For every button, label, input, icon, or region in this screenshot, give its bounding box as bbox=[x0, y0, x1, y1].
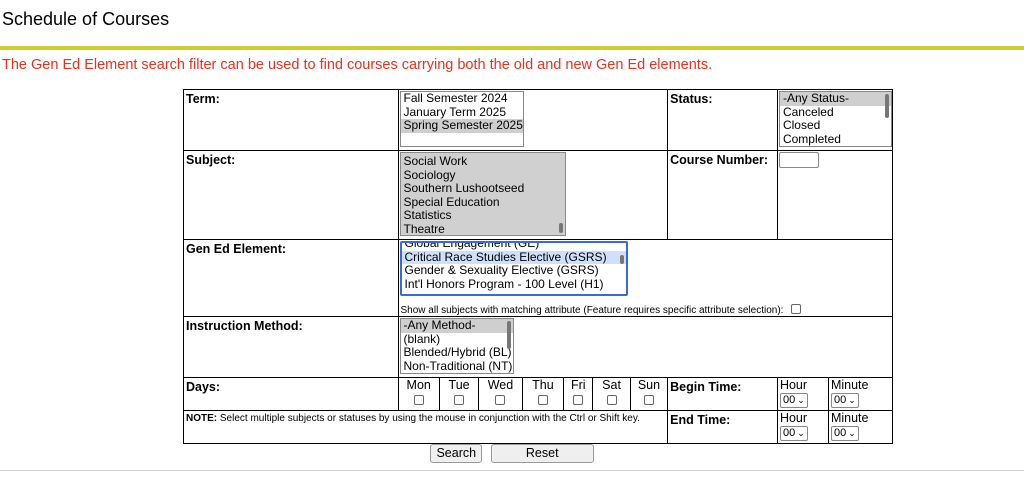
gen-ed-option-selected[interactable]: Critical Race Studies Elective (GSRS) bbox=[401, 250, 626, 264]
show-all-subjects-label: Show all subjects with matching attribut… bbox=[400, 305, 784, 316]
instruction-scrollbar[interactable] bbox=[506, 321, 511, 349]
day-thu-label: Thu bbox=[532, 378, 554, 392]
subject-select[interactable]: Social Work Sociology Southern Lushootse… bbox=[399, 152, 566, 236]
form-buttons: Search Reset bbox=[0, 444, 1024, 463]
gen-ed-option[interactable]: Gender & Sexuality Elective (GSRS) bbox=[402, 264, 626, 278]
subject-option[interactable]: Southern Lushootseed bbox=[401, 182, 565, 196]
subject-option[interactable]: Social Work bbox=[401, 155, 565, 169]
subject-option[interactable]: Special Education bbox=[401, 196, 565, 210]
note-text: NOTE: Select multiple subjects or status… bbox=[182, 410, 669, 444]
subject-option[interactable]: Statistics bbox=[401, 209, 565, 223]
day-wed-label: Wed bbox=[487, 378, 514, 392]
instruction-option-selected[interactable]: -Any Method- bbox=[400, 319, 513, 333]
page-title: Schedule of Courses bbox=[2, 9, 170, 29]
day-sat-label: Sat bbox=[602, 378, 621, 392]
instruction-option[interactable]: (blank) bbox=[401, 333, 513, 347]
end-hour-label: Hour bbox=[779, 411, 808, 425]
term-label: Term: bbox=[183, 89, 399, 151]
bottom-rule bbox=[0, 470, 1024, 471]
instruction-option[interactable]: Non-Traditional (NT) bbox=[401, 360, 513, 374]
gen-ed-notice: The Gen Ed Element search filter can be … bbox=[2, 57, 713, 73]
search-form-table: Term: Fall Semester 2024 January Term 20… bbox=[182, 89, 894, 444]
end-time-label: End Time: bbox=[667, 410, 778, 444]
gen-ed-option[interactable]: Int'l Honors Program - 100 Level (H1) bbox=[402, 278, 626, 292]
instruction-option[interactable]: Blended/Hybrid (BL) bbox=[401, 346, 513, 360]
subject-scrollbar[interactable] bbox=[558, 223, 563, 233]
status-option[interactable]: Canceled bbox=[780, 106, 891, 120]
day-mon-checkbox[interactable] bbox=[413, 395, 424, 405]
gen-ed-label: Gen Ed Element: bbox=[183, 239, 399, 317]
begin-minute-select[interactable]: 00 ⌄ bbox=[830, 393, 859, 408]
day-thu-checkbox[interactable] bbox=[537, 395, 548, 405]
show-all-subjects-checkbox[interactable] bbox=[790, 304, 801, 314]
title-rule bbox=[0, 46, 1024, 50]
end-time-grid: Hour 00 ⌄ Minute 00 ⌄ bbox=[777, 411, 892, 443]
day-sat-checkbox[interactable] bbox=[606, 395, 617, 405]
end-minute-select[interactable]: 00 ⌄ bbox=[830, 426, 859, 441]
status-select[interactable]: -Any Status- Canceled Closed Completed bbox=[778, 91, 892, 147]
begin-hour-select[interactable]: 00 ⌄ bbox=[779, 393, 808, 408]
reset-button[interactable]: Reset bbox=[490, 444, 594, 463]
begin-time-grid: Hour 00 ⌄ Minute 00 ⌄ bbox=[777, 378, 892, 410]
chevron-down-icon: ⌄ bbox=[848, 428, 856, 438]
gen-ed-option[interactable]: Global Engagement (GE) bbox=[402, 243, 626, 251]
chevron-down-icon: ⌄ bbox=[797, 428, 805, 438]
search-button[interactable]: Search bbox=[430, 444, 483, 463]
subject-option[interactable]: Sociology bbox=[401, 169, 565, 183]
instruction-method-select[interactable]: -Any Method- (blank) Blended/Hybrid (BL)… bbox=[399, 318, 514, 374]
end-minute-label: Minute bbox=[830, 411, 869, 425]
term-select[interactable]: Fall Semester 2024 January Term 2025 Spr… bbox=[399, 91, 524, 147]
gen-ed-scrollbar[interactable] bbox=[619, 255, 624, 264]
begin-hour-label: Hour bbox=[779, 378, 808, 392]
course-number-input[interactable] bbox=[778, 152, 819, 168]
day-sun-checkbox[interactable] bbox=[643, 395, 654, 405]
chevron-down-icon: ⌄ bbox=[848, 395, 856, 405]
subject-option[interactable]: Theatre bbox=[401, 223, 565, 236]
day-fri-checkbox[interactable] bbox=[573, 395, 584, 405]
days-label: Days: bbox=[183, 377, 399, 411]
day-tue-checkbox[interactable] bbox=[454, 395, 465, 405]
begin-minute-label: Minute bbox=[830, 378, 869, 392]
subject-label: Subject: bbox=[183, 150, 399, 240]
day-fri-label: Fri bbox=[570, 378, 586, 392]
begin-time-label: Begin Time: bbox=[667, 377, 778, 411]
term-option[interactable]: Fall Semester 2024 bbox=[401, 92, 523, 106]
day-tue-label: Tue bbox=[448, 378, 470, 392]
end-hour-select[interactable]: 00 ⌄ bbox=[779, 426, 808, 441]
gen-ed-select[interactable]: Global Engagement (GE) Critical Race Stu… bbox=[399, 241, 628, 296]
term-option-selected[interactable]: Spring Semester 2025 bbox=[400, 119, 523, 133]
status-scrollbar[interactable] bbox=[884, 94, 889, 118]
days-grid: Mon Tue Wed Thu Fri Sat Sun bbox=[399, 378, 668, 410]
day-sun-label: Sun bbox=[637, 378, 661, 392]
status-option[interactable]: Completed bbox=[780, 133, 891, 147]
course-number-label: Course Number: bbox=[667, 150, 778, 240]
day-mon-label: Mon bbox=[406, 378, 431, 392]
status-option[interactable]: Closed bbox=[780, 119, 891, 133]
term-option[interactable]: January Term 2025 bbox=[401, 106, 523, 120]
instruction-method-label: Instruction Method: bbox=[183, 316, 399, 378]
day-wed-checkbox[interactable] bbox=[495, 395, 506, 405]
chevron-down-icon: ⌄ bbox=[797, 395, 805, 405]
status-option-selected[interactable]: -Any Status- bbox=[779, 92, 891, 106]
status-label: Status: bbox=[667, 89, 778, 151]
